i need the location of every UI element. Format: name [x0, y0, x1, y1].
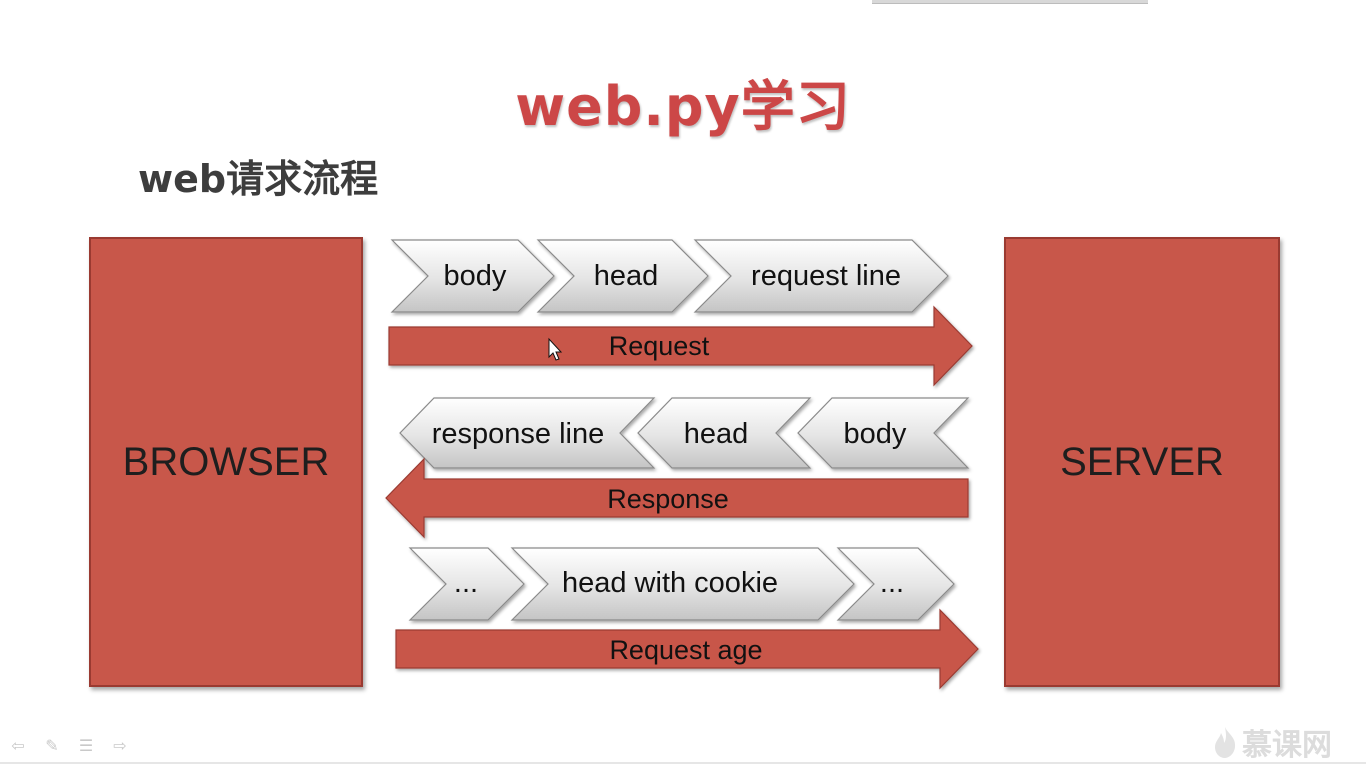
request-age-part-ellipsis-right: ...	[836, 547, 955, 621]
request-part-head-label: head	[594, 260, 659, 292]
flow-diagram: body head request line Request response …	[385, 239, 979, 690]
response-arrow-label: Response	[607, 484, 729, 514]
request-age-parts: ... head with cookie ...	[408, 547, 955, 621]
request-age-part-ellipsis-left: ...	[408, 547, 525, 621]
response-part-head: head	[637, 397, 812, 469]
watermark-text: 慕课网	[1242, 728, 1332, 763]
request-age-part-head-with-cookie-label: head with cookie	[562, 567, 778, 599]
request-part-head: head	[536, 239, 709, 313]
request-part-request-line: request line	[693, 239, 949, 313]
response-parts: response line head body	[399, 397, 970, 469]
flame-icon	[1215, 727, 1236, 758]
request-arrow: Request	[388, 305, 973, 387]
menu-icon[interactable]: ☰	[76, 736, 96, 755]
response-arrow: Response	[385, 457, 969, 539]
request-age-part-ellipsis-right-label: ...	[880, 567, 904, 599]
response-part-head-label: head	[684, 418, 749, 450]
request-age-part-ellipsis-left-label: ...	[454, 567, 478, 599]
request-age-arrow-label: Request age	[609, 635, 762, 665]
request-arrow-label: Request	[609, 331, 710, 361]
request-part-request-line-label: request line	[751, 260, 901, 292]
response-part-body: body	[797, 397, 970, 469]
previous-slide-icon[interactable]: ⇦	[8, 736, 28, 755]
response-part-body-label: body	[844, 418, 907, 450]
pen-icon[interactable]: ✎	[42, 736, 62, 755]
request-parts: body head request line	[390, 239, 949, 313]
slideshow-toolbar: ⇦ ✎ ☰ ⇨	[8, 736, 130, 755]
watermark-logo: 慕课网	[1212, 720, 1332, 764]
request-part-body: body	[390, 239, 555, 313]
response-part-response-line-label: response line	[432, 418, 605, 450]
next-slide-icon[interactable]: ⇨	[110, 736, 130, 755]
request-age-arrow: Request age	[395, 608, 979, 690]
response-part-response-line: response line	[399, 397, 656, 469]
request-part-body-label: body	[444, 260, 507, 292]
request-age-part-head-with-cookie: head with cookie	[510, 547, 855, 621]
